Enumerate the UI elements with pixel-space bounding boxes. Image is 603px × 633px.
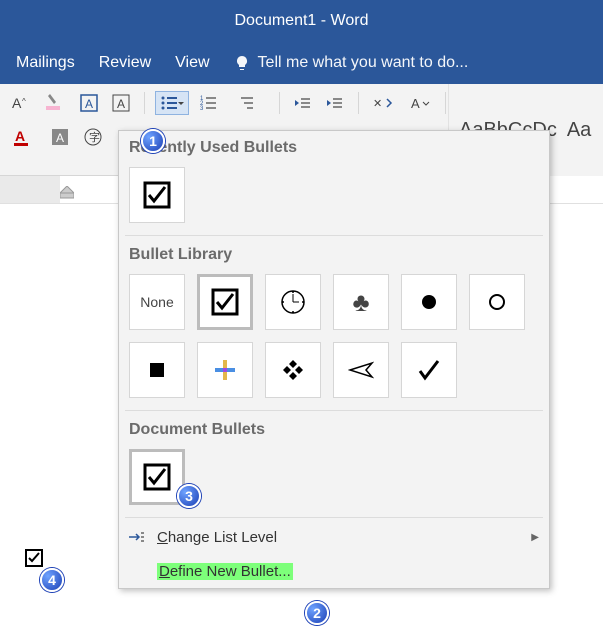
svg-text:A: A	[117, 97, 125, 111]
tell-me[interactable]: Tell me what you want to do...	[234, 54, 469, 72]
bullets-dropdown[interactable]	[155, 91, 189, 115]
bullet-none[interactable]: None	[129, 274, 185, 330]
style-preview-next[interactable]: Aa	[567, 119, 591, 142]
window-title: Document1 - Word	[235, 12, 369, 30]
bullet-check[interactable]	[401, 342, 457, 398]
bullet-arrow[interactable]	[333, 342, 389, 398]
svg-text:A: A	[411, 96, 420, 111]
svg-text:A: A	[85, 97, 93, 111]
document-bullets-title: Document Bullets	[119, 413, 549, 445]
change-list-level-label: Change List Level	[157, 529, 277, 546]
increase-indent-icon[interactable]	[322, 90, 348, 116]
decrease-indent-icon[interactable]	[290, 90, 316, 116]
define-new-bullet-menuitem[interactable]: Define New Bullet...	[119, 554, 549, 588]
svg-text:A: A	[15, 128, 25, 144]
tell-me-label: Tell me what you want to do...	[258, 54, 469, 72]
bullet-four-diamond[interactable]	[265, 342, 321, 398]
change-list-level-menuitem[interactable]: Change List Level ▶	[119, 520, 549, 554]
bullets-dropdown-panel: Recently Used Bullets Bullet Library Non…	[118, 130, 550, 589]
svg-text:A: A	[56, 131, 64, 145]
svg-text:^: ^	[22, 97, 26, 106]
dropdown-divider	[125, 235, 543, 236]
annotation-badge-1: 1	[141, 129, 165, 153]
bullet-dot[interactable]	[401, 274, 457, 330]
dropdown-divider	[125, 410, 543, 411]
window-titlebar: Document1 - Word	[0, 0, 603, 42]
ribbon-separator	[279, 92, 280, 114]
change-level-icon	[127, 530, 145, 544]
tab-mailings[interactable]: Mailings	[16, 54, 75, 72]
ribbon-tabs: Mailings Review View Tell me what you wa…	[0, 42, 603, 84]
indent-marker-icon[interactable]	[60, 186, 74, 200]
enclose-char-icon[interactable]: 字	[80, 124, 110, 150]
highlight-dropdown[interactable]	[40, 91, 70, 115]
ribbon-separator	[144, 92, 145, 114]
annotation-badge-4: 4	[40, 568, 64, 592]
svg-text:✕: ✕	[373, 98, 382, 110]
bullet-colorcross[interactable]	[197, 342, 253, 398]
submenu-arrow-icon: ▶	[531, 532, 539, 543]
bullet-club[interactable]: ♣	[333, 274, 389, 330]
font-grow-icon[interactable]: A^	[8, 91, 34, 115]
tab-review[interactable]: Review	[99, 54, 151, 72]
svg-text:字: 字	[89, 130, 100, 144]
numbering-dropdown[interactable]: 123	[195, 91, 229, 115]
bullet-library-title: Bullet Library	[119, 238, 549, 270]
ruler-margin	[0, 176, 60, 203]
recent-bullet-checkbox[interactable]	[129, 167, 185, 223]
svg-text:3: 3	[200, 106, 204, 112]
bullet-clock[interactable]	[265, 274, 321, 330]
bullet-checkbox[interactable]	[197, 274, 253, 330]
dropdown-divider	[125, 517, 543, 518]
lightbulb-icon	[234, 55, 250, 71]
char-shading-2-icon[interactable]: A	[46, 124, 74, 150]
bullet-square[interactable]	[129, 342, 185, 398]
ribbon-separator	[358, 92, 359, 114]
char-border-icon[interactable]: A	[76, 91, 102, 115]
font-color-dropdown[interactable]: A	[8, 124, 40, 150]
ribbon-separator	[445, 92, 446, 114]
multilevel-dropdown[interactable]	[235, 91, 269, 115]
tab-view[interactable]: View	[175, 54, 209, 72]
char-shading-icon[interactable]: A	[108, 91, 134, 115]
checkbox-bullet-in-doc	[25, 549, 43, 567]
annotation-badge-3: 3	[177, 484, 201, 508]
text-direction-icon[interactable]: ✕	[369, 91, 399, 115]
define-new-bullet-label: Define New Bullet...	[157, 563, 293, 580]
bullet-circle[interactable]	[469, 274, 525, 330]
svg-text:A: A	[12, 95, 22, 111]
font-case-dropdown[interactable]: A	[405, 91, 435, 115]
annotation-badge-2: 2	[305, 601, 329, 625]
recent-bullets-title: Recently Used Bullets	[119, 131, 549, 163]
